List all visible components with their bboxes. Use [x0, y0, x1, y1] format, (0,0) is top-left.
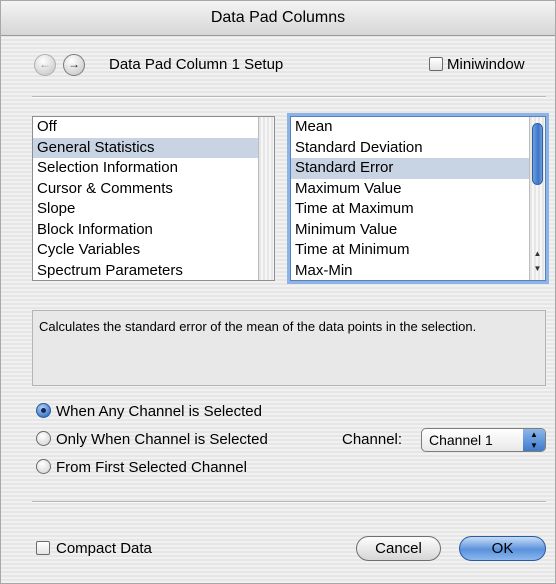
radio-label: Only When Channel is Selected [56, 431, 268, 448]
back-arrow-icon: ← [39, 57, 51, 71]
popup-arrows-icon: ▲ ▼ [523, 429, 545, 451]
function-list-item[interactable]: Mean [291, 117, 545, 138]
setup-title: Data Pad Column 1 Setup [109, 56, 284, 73]
category-list-item[interactable]: Selection Information [33, 158, 274, 179]
channel-popup-value: Channel 1 [429, 432, 493, 448]
radio-button[interactable] [36, 403, 51, 418]
category-list-item[interactable]: Slope [33, 199, 274, 220]
back-button[interactable]: ← [34, 54, 56, 76]
channel-popup[interactable]: Channel 1 ▲ ▼ [421, 428, 546, 452]
function-list-item[interactable]: Time at Minimum [291, 240, 545, 261]
radio-any-channel[interactable]: When Any Channel is Selected [36, 401, 262, 423]
radio-button[interactable] [36, 459, 51, 474]
scroll-up-arrow-icon[interactable]: ▲ [530, 247, 545, 261]
function-list-item[interactable]: Minimum Value [291, 220, 545, 241]
category-list-item[interactable]: Block Information [33, 220, 274, 241]
divider [32, 501, 546, 503]
miniwindow-checkbox[interactable]: Miniwindow [429, 55, 525, 75]
cancel-button[interactable]: Cancel [356, 536, 441, 561]
radio-only-when-channel[interactable]: Only When Channel is Selected [36, 429, 268, 451]
channel-label: Channel: [342, 431, 403, 448]
miniwindow-label: Miniwindow [447, 56, 525, 73]
window-title: Data Pad Columns [1, 1, 555, 36]
category-list-item[interactable]: Off [33, 117, 274, 138]
forward-arrow-icon: → [68, 57, 80, 71]
function-list-item[interactable]: Standard Error [291, 158, 545, 179]
function-list[interactable]: Mean Standard Deviation Standard Error Maxi… [290, 116, 546, 281]
function-list-item[interactable]: Time at Maximum [291, 199, 545, 220]
radio-label: From First Selected Channel [56, 459, 247, 476]
category-scrollbar[interactable] [258, 117, 274, 280]
function-scrollbar[interactable]: ▲ ▼ [529, 117, 545, 280]
description-box: Calculates the standard error of the mea… [32, 310, 546, 386]
compact-data-checkbox[interactable]: Compact Data [36, 538, 152, 560]
checkbox-box[interactable] [36, 541, 50, 555]
scroll-down-arrow-icon[interactable]: ▼ [530, 262, 545, 276]
function-list-item[interactable]: Max-Min [291, 261, 545, 281]
function-list-item[interactable]: Standard Deviation [291, 138, 545, 159]
category-list[interactable]: Off General Statistics Selection Informati… [32, 116, 275, 281]
radio-label: When Any Channel is Selected [56, 403, 262, 420]
divider [32, 96, 546, 98]
compact-data-label: Compact Data [56, 540, 152, 557]
category-list-item[interactable]: Spectrum Parameters [33, 261, 274, 281]
category-list-item[interactable]: Cursor & Comments [33, 179, 274, 200]
scroll-thumb[interactable] [532, 123, 543, 185]
radio-button[interactable] [36, 431, 51, 446]
function-list-item[interactable]: Maximum Value [291, 179, 545, 200]
dialog-window: Data Pad Columns ← → Data Pad Column 1 S… [0, 0, 556, 584]
category-list-item[interactable]: Cycle Variables [33, 240, 274, 261]
forward-button[interactable]: → [63, 54, 85, 76]
category-list-item[interactable]: General Statistics [33, 137, 274, 158]
checkbox-box[interactable] [429, 57, 443, 71]
radio-first-selected-channel[interactable]: From First Selected Channel [36, 457, 247, 479]
ok-button[interactable]: OK [459, 536, 546, 561]
